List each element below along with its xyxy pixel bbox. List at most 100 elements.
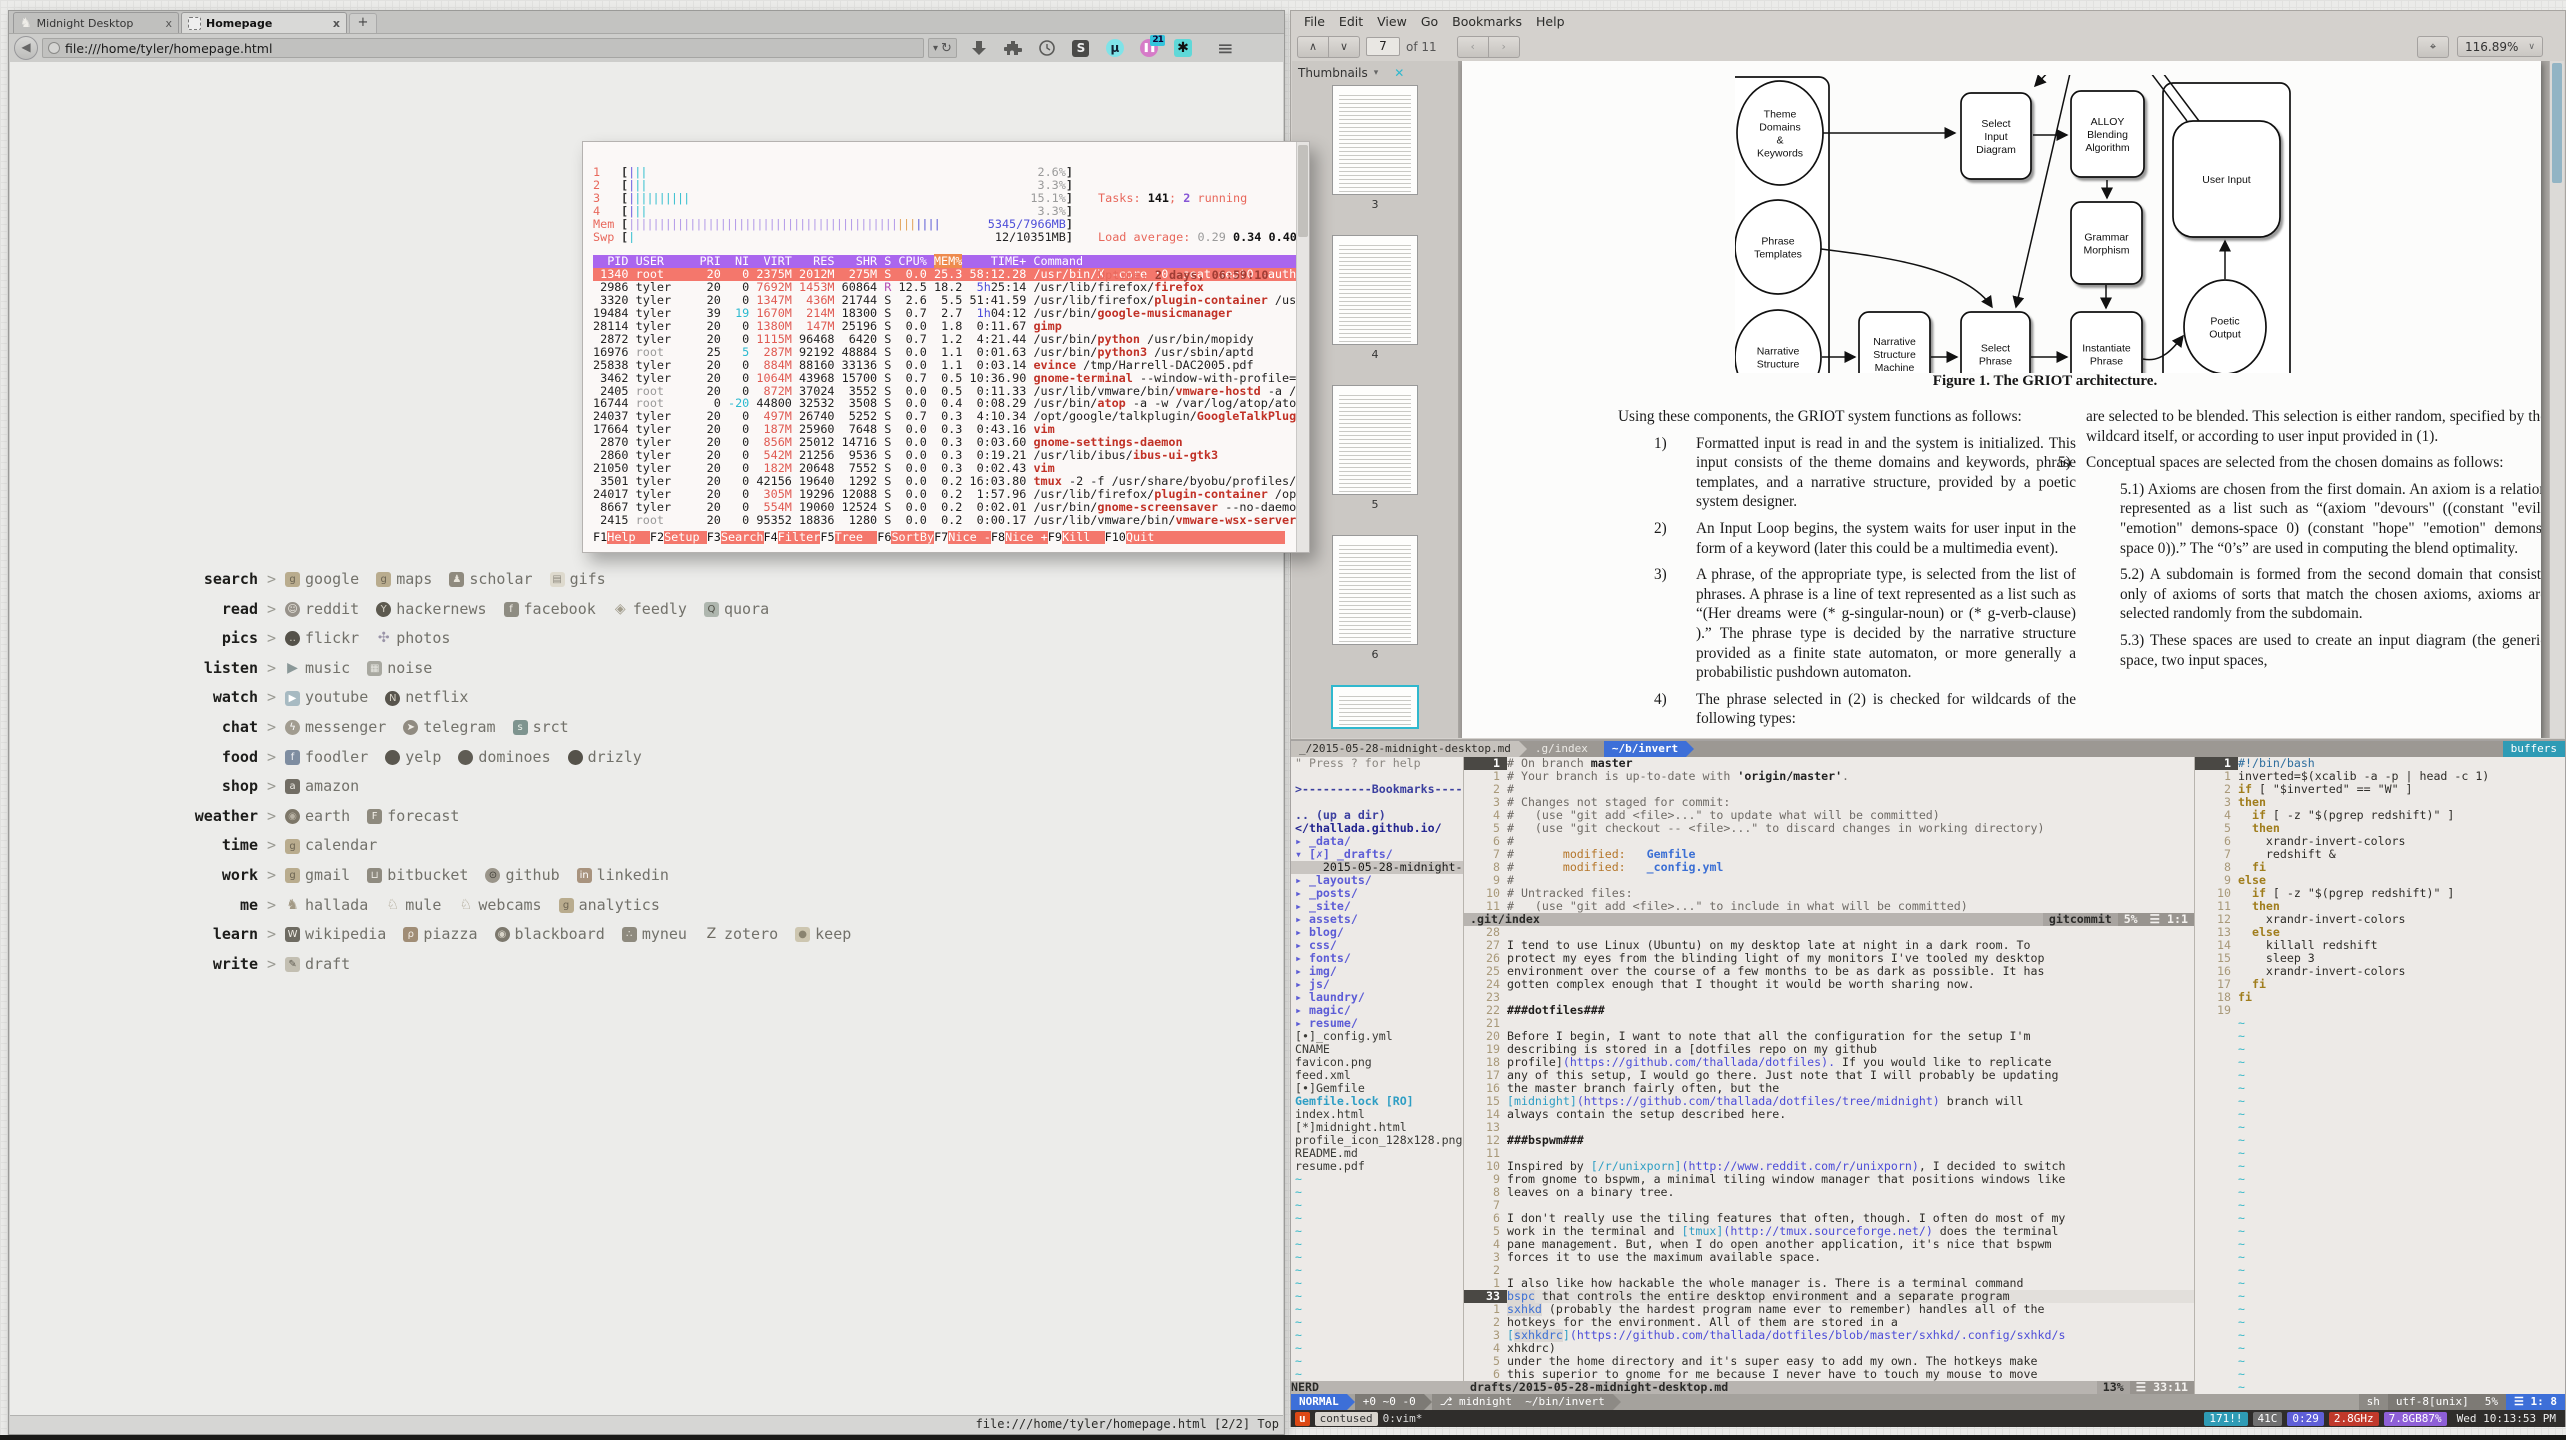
- pdf-canvas[interactable]: User InputSelectInputDiagramALLOYBlendin…: [1459, 61, 2549, 738]
- htop-process-row[interactable]: 21050 tyler 20 0 182M 20648 7552 S 0.0 0…: [593, 462, 1297, 475]
- homepage-link-calendar[interactable]: gcalendar: [285, 831, 377, 861]
- page-thumbnail-selected[interactable]: [1331, 685, 1419, 729]
- htop-process-row[interactable]: 25838 tyler 20 0 884M 88160 33136 S 0.0 …: [593, 359, 1297, 372]
- htop-process-row[interactable]: 19484 tyler 39 19 1670M 214M 18300 S 0.7…: [593, 307, 1297, 320]
- menu-help[interactable]: Help: [1529, 14, 1572, 29]
- fkey-label[interactable]: F8: [991, 531, 1005, 544]
- menu-view[interactable]: View: [1370, 14, 1414, 29]
- fkey-label[interactable]: F10: [1105, 531, 1126, 544]
- nerdtree-item[interactable]: profile_icon_128x128.png: [1291, 1134, 1463, 1147]
- fkey-label[interactable]: F3: [707, 531, 721, 544]
- page-thumbnail[interactable]: [1332, 85, 1418, 195]
- nerdtree-item[interactable]: ▸ laundry/: [1291, 991, 1463, 1004]
- htop-process-row[interactable]: 16976 root 25 5 287M 92192 48884 S 0.0 1…: [593, 346, 1297, 359]
- fkey-action-nice-[interactable]: Nice -: [948, 531, 991, 544]
- nerdtree-item[interactable]: ▸ css/: [1291, 939, 1463, 952]
- htop-process-row[interactable]: 2415 root 20 0 95352 18836 1280 S 0.0 0.…: [593, 514, 1297, 527]
- nerdtree-item[interactable]: index.html: [1291, 1108, 1463, 1121]
- nerdtree-item[interactable]: README.md: [1291, 1147, 1463, 1160]
- nerdtree-item[interactable]: [•]Gemfile: [1291, 1082, 1463, 1095]
- reload-dropdown-icon[interactable]: ▾↻: [928, 38, 957, 58]
- htop-process-row[interactable]: 16744 root 0 -20 44800 32532 3508 S 0.0 …: [593, 397, 1297, 410]
- nerdtree-item[interactable]: >----------Bookmarks----------: [1291, 783, 1463, 796]
- htop-process-row[interactable]: 8667 tyler 20 0 554M 19060 12524 S 0.0 0…: [593, 501, 1297, 514]
- nerdtree-item[interactable]: ▸ magic/: [1291, 1004, 1463, 1017]
- nerdtree-item[interactable]: ▸ _site/: [1291, 900, 1463, 913]
- fkey-label[interactable]: F2: [650, 531, 664, 544]
- homepage-link-google[interactable]: ggoogle: [285, 565, 359, 595]
- fkey-label[interactable]: F5: [820, 531, 834, 544]
- sidebar-title[interactable]: Thumbnails: [1298, 66, 1368, 80]
- homepage-link-myneu[interactable]: ∴myneu: [622, 920, 687, 950]
- homepage-link-gifs[interactable]: ▤gifs: [550, 565, 606, 595]
- homepage-link-zotero[interactable]: Zzotero: [704, 920, 778, 950]
- menu-edit[interactable]: Edit: [1332, 14, 1370, 29]
- url-bar[interactable]: file:///home/tyler/homepage.html: [42, 38, 924, 58]
- homepage-link-wikipedia[interactable]: Wwikipedia: [285, 920, 386, 950]
- homepage-link-quora[interactable]: Qquora: [704, 595, 769, 625]
- fkey-label[interactable]: F9: [1048, 531, 1062, 544]
- nerdtree-item[interactable]: [1291, 796, 1463, 809]
- buffers-label[interactable]: buffers: [2503, 741, 2565, 757]
- homepage-link-linkedin[interactable]: inlinkedin: [577, 861, 669, 891]
- fkey-action-search[interactable]: Search: [721, 531, 764, 544]
- nerdtree-item[interactable]: feed.xml: [1291, 1069, 1463, 1082]
- homepage-link-scholar[interactable]: ♟scholar: [449, 565, 532, 595]
- nerdtree-item[interactable]: [1291, 770, 1463, 783]
- nerdtree-item[interactable]: ▸ js/: [1291, 978, 1463, 991]
- nerdtree-item[interactable]: ▸ fonts/: [1291, 952, 1463, 965]
- homepage-link-srct[interactable]: ssrct: [513, 713, 569, 743]
- homepage-link-mule[interactable]: ♘mule: [385, 891, 441, 921]
- fkey-action-kill[interactable]: Kill: [1062, 531, 1105, 544]
- editor-pane-right[interactable]: 1#!/bin/bash1inverted=$(xcalib -a -p | h…: [2194, 757, 2565, 1394]
- homepage-link-maps[interactable]: gmaps: [376, 565, 432, 595]
- nerdtree-item[interactable]: ▸ _data/: [1291, 835, 1463, 848]
- homepage-link-facebook[interactable]: ffacebook: [504, 595, 596, 625]
- homepage-link-music[interactable]: ▶music: [285, 654, 350, 684]
- sidebar-close-icon[interactable]: ✕: [1394, 66, 1404, 80]
- fkey-label[interactable]: F6: [877, 531, 891, 544]
- tab-homepage[interactable]: Homepage x: [181, 12, 347, 33]
- fkey-label[interactable]: F1: [593, 531, 607, 544]
- homepage-link-hallada[interactable]: ♞hallada: [285, 891, 368, 921]
- nerdtree-pane[interactable]: " Press ? for help>----------Bookmarks--…: [1291, 757, 1463, 1394]
- nerdtree-item[interactable]: ▾ [✗] _drafts/: [1291, 848, 1463, 861]
- homepage-link-flickr[interactable]: ‥flickr: [285, 624, 359, 654]
- menu-file[interactable]: File: [1297, 14, 1332, 29]
- homepage-link-yelp[interactable]: yelp: [385, 743, 441, 773]
- menu-go[interactable]: Go: [1414, 14, 1445, 29]
- homepage-link-keep[interactable]: ●keep: [795, 920, 851, 950]
- homepage-link-earth[interactable]: ◉earth: [285, 802, 350, 832]
- fkey-action-quit[interactable]: Quit: [1126, 531, 1169, 544]
- homepage-link-analytics[interactable]: ganalytics: [559, 891, 660, 921]
- fkey-action-tree[interactable]: Tree: [835, 531, 878, 544]
- puzzle-extension-icon[interactable]: [1001, 37, 1025, 59]
- homepage-link-telegram[interactable]: ➤telegram: [403, 713, 495, 743]
- back-icon[interactable]: ◀: [14, 36, 38, 60]
- homepage-link-noise[interactable]: ▦noise: [367, 654, 432, 684]
- editor-pane-middle[interactable]: 1# On branch master1# Your branch is up-…: [1463, 757, 2194, 1394]
- htop-process-row[interactable]: 24017 tyler 20 0 305M 19296 12088 S 0.0 …: [593, 488, 1297, 501]
- htop-process-row[interactable]: 2870 tyler 20 0 856M 25012 14716 S 0.0 0…: [593, 436, 1297, 449]
- nerdtree-item[interactable]: .. (up a dir): [1291, 809, 1463, 822]
- homepage-link-foodler[interactable]: ffoodler: [285, 743, 368, 773]
- nerdtree-item[interactable]: resume.pdf: [1291, 1160, 1463, 1173]
- tab-midnight-desktop[interactable]: ♞ Midnight Desktop x: [13, 12, 179, 33]
- nerdtree-item[interactable]: [•]_config.yml: [1291, 1030, 1463, 1043]
- umatrix-mu-icon[interactable]: μ: [1103, 37, 1127, 59]
- page-thumbnail[interactable]: [1332, 235, 1418, 345]
- htop-scrollbar[interactable]: [1296, 142, 1309, 552]
- homepage-link-bitbucket[interactable]: ⊔bitbucket: [367, 861, 468, 891]
- homepage-link-forecast[interactable]: Fforecast: [367, 802, 459, 832]
- fkey-action-filter[interactable]: Filter: [778, 531, 821, 544]
- homepage-link-reddit[interactable]: ☺reddit: [285, 595, 359, 625]
- menu-hamburger-icon[interactable]: ≡: [1217, 38, 1234, 58]
- fkey-action-help[interactable]: Help: [607, 531, 650, 544]
- nerdtree-item[interactable]: ▸ resume/: [1291, 1017, 1463, 1030]
- homepage-link-drizly[interactable]: drizly: [568, 743, 642, 773]
- menu-bookmarks[interactable]: Bookmarks: [1445, 14, 1529, 29]
- htop-process-row[interactable]: 28114 tyler 20 0 1380M 147M 25196 S 0.0 …: [593, 320, 1297, 333]
- vim-tab-1[interactable]: .g/index: [1527, 741, 1596, 757]
- vim-tab-2[interactable]: ~/b/invert: [1604, 741, 1686, 757]
- tab-close-icon[interactable]: x: [333, 17, 340, 30]
